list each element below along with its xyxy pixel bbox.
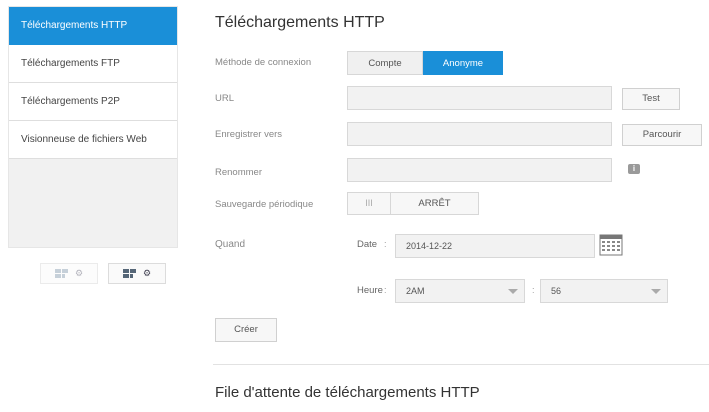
minute-value: 56: [551, 286, 562, 296]
periodic-backup-toggle[interactable]: III ARRÊT: [347, 192, 479, 215]
date-colon: :: [384, 239, 387, 249]
sidebar-item-ftp-downloads[interactable]: Téléchargements FTP: [9, 45, 177, 83]
url-input[interactable]: [347, 86, 612, 110]
sidebar-item-http-downloads[interactable]: Téléchargements HTTP: [9, 7, 177, 45]
sidebar-item-web-file-viewer[interactable]: Visionneuse de fichiers Web: [9, 121, 177, 159]
toggle-state: ARRÊT: [418, 198, 451, 209]
save-to-input[interactable]: [347, 122, 612, 146]
connection-method-label: Méthode de connexion: [215, 57, 312, 68]
chevron-down-icon: [651, 289, 661, 294]
queue-title: File d'attente de téléchargements HTTP: [215, 384, 480, 401]
time-colon: :: [384, 285, 387, 295]
list-view-icon: [54, 268, 68, 278]
sidebar-item-p2p-downloads[interactable]: Téléchargements P2P: [9, 83, 177, 121]
toggle-grip: III: [348, 193, 391, 214]
gear-icon: ⚙: [142, 268, 152, 278]
date-input[interactable]: [395, 234, 595, 258]
hour-value: 2AM: [406, 286, 425, 296]
hour-select[interactable]: 2AM: [395, 279, 525, 303]
gear-icon: ⚙: [74, 268, 84, 278]
page-title: Téléchargements HTTP: [215, 14, 385, 31]
list-view-button[interactable]: ⚙: [40, 263, 98, 284]
connection-account-option[interactable]: Compte: [347, 51, 423, 75]
when-label: Quand: [215, 239, 246, 250]
minute-select[interactable]: 56: [540, 279, 668, 303]
rename-input[interactable]: [347, 158, 612, 182]
grid-view-icon: [122, 268, 136, 278]
section-divider: [213, 364, 709, 365]
info-icon[interactable]: i: [628, 164, 640, 174]
test-button[interactable]: Test: [622, 88, 680, 110]
grid-view-button[interactable]: ⚙: [108, 263, 166, 284]
date-label: Date: [357, 239, 378, 250]
create-button[interactable]: Créer: [215, 318, 277, 342]
url-label: URL: [215, 93, 235, 104]
hour-minute-colon: :: [532, 285, 535, 295]
time-label: Heure: [357, 285, 383, 296]
browse-button[interactable]: Parcourir: [622, 124, 702, 146]
chevron-down-icon: [508, 289, 518, 294]
sidebar: Téléchargements HTTP Téléchargements FTP…: [8, 6, 178, 248]
periodic-backup-label: Sauvegarde périodique: [215, 199, 314, 210]
connection-anonymous-option[interactable]: Anonyme: [423, 51, 503, 75]
calendar-icon[interactable]: [599, 234, 623, 256]
save-to-label: Enregistrer vers: [215, 129, 283, 140]
rename-label: Renommer: [215, 167, 262, 178]
